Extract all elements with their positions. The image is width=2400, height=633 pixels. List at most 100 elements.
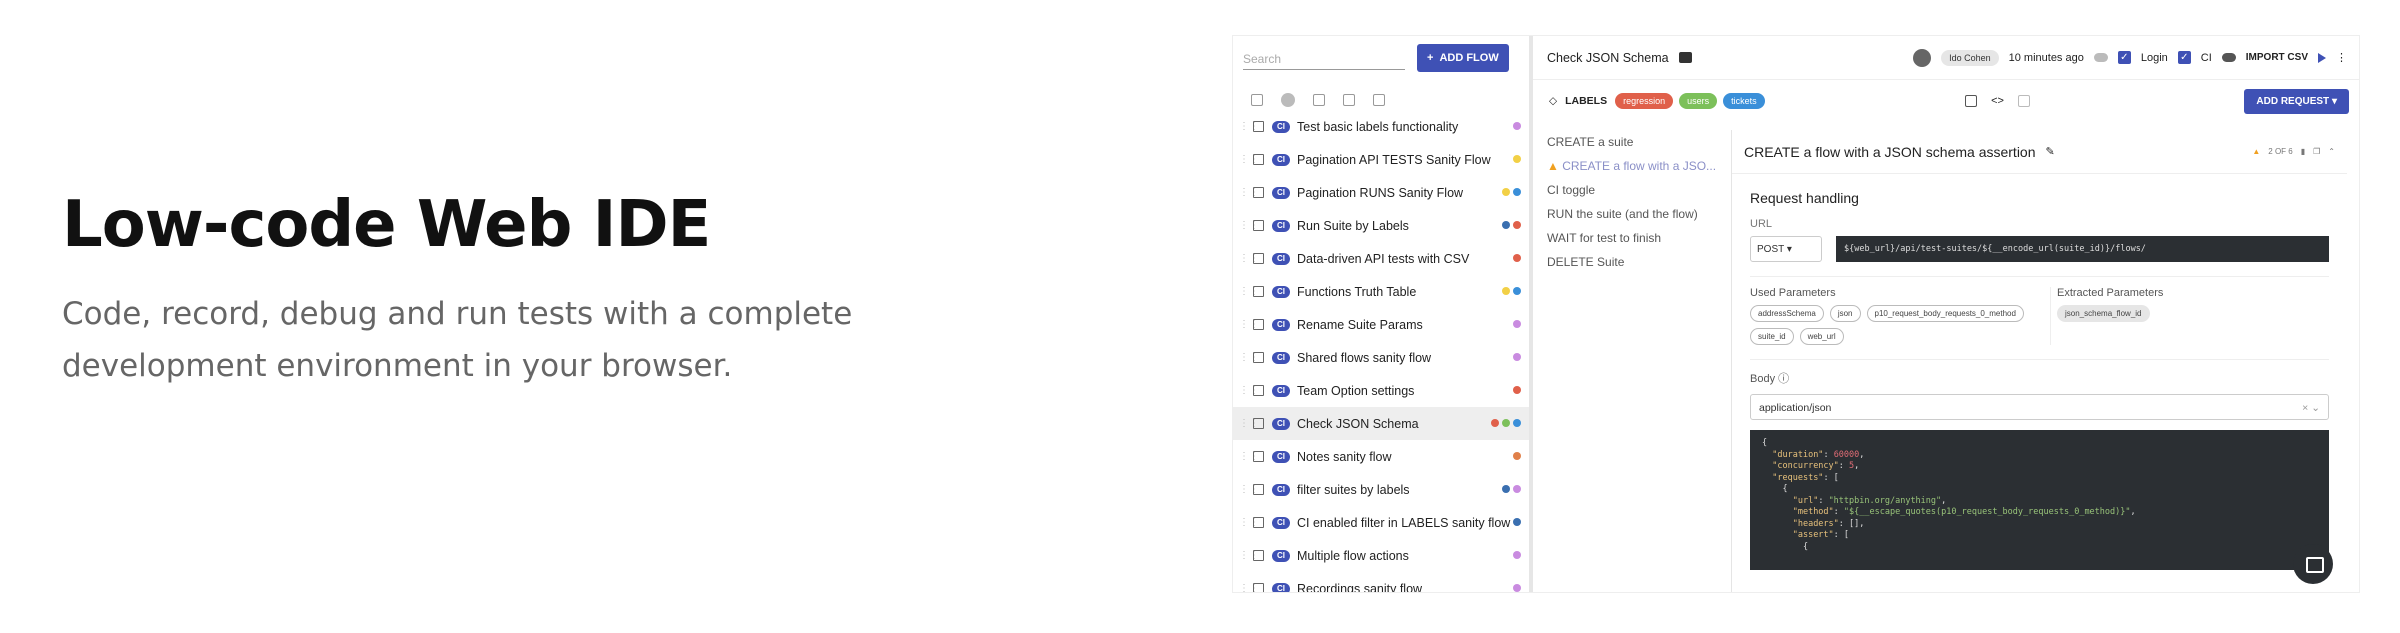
drag-handle-icon[interactable]: ⋮⋮ xyxy=(1239,451,1259,463)
drag-handle-icon[interactable]: ⋮⋮ xyxy=(1239,253,1259,265)
step-item[interactable]: DELETE Suite xyxy=(1547,250,1728,274)
url-input[interactable]: ${web_url}/api/test-suites/${__encode_ur… xyxy=(1836,236,2329,262)
code-icon[interactable]: <> xyxy=(1991,95,2004,107)
drag-handle-icon[interactable]: ⋮⋮ xyxy=(1239,418,1259,430)
drag-handle-icon[interactable]: ⋮⋮ xyxy=(1239,484,1259,496)
play-icon[interactable] xyxy=(2318,52,2326,63)
flow-row[interactable]: ⋮⋮ CI Check JSON Schema xyxy=(1233,407,1529,440)
ci-badge: CI xyxy=(1272,417,1290,430)
flow-row[interactable]: ⋮⋮ CI Functions Truth Table xyxy=(1233,275,1529,308)
flow-row[interactable]: ⋮⋮ CI Test basic labels functionality xyxy=(1233,110,1529,143)
flow-row[interactable]: ⋮⋮ CI filter suites by labels xyxy=(1233,473,1529,506)
drag-handle-icon[interactable]: ⋮⋮ xyxy=(1239,550,1259,562)
content-type-select[interactable]: application/json × ⌄ xyxy=(1750,394,2329,420)
flow-row[interactable]: ⋮⋮ CI Data-driven API tests with CSV xyxy=(1233,242,1529,275)
login-checkbox[interactable]: ✓ xyxy=(2117,51,2131,64)
flow-row[interactable]: ⋮⋮ CI Run Suite by Labels xyxy=(1233,209,1529,242)
row-checkbox[interactable] xyxy=(1253,418,1264,429)
row-checkbox[interactable] xyxy=(1253,451,1264,462)
drag-handle-icon[interactable]: ⋮⋮ xyxy=(1239,517,1259,529)
flow-row[interactable]: ⋮⋮ CI Team Option settings xyxy=(1233,374,1529,407)
drag-handle-icon[interactable]: ⋮⋮ xyxy=(1239,220,1259,232)
flow-row[interactable]: ⋮⋮ CI Multiple flow actions xyxy=(1233,539,1529,572)
flow-row[interactable]: ⋮⋮ CI Pagination API TESTS Sanity Flow xyxy=(1233,143,1529,176)
drag-handle-icon[interactable]: ⋮⋮ xyxy=(1239,352,1259,364)
flow-row[interactable]: ⋮⋮ CI Shared flows sanity flow xyxy=(1233,341,1529,374)
import-csv-button[interactable]: IMPORT CSV xyxy=(2246,52,2308,63)
drag-handle-icon[interactable]: ⋮⋮ xyxy=(1239,187,1259,199)
delete-icon[interactable]: ▮ xyxy=(2301,147,2305,156)
ci-filter-icon[interactable] xyxy=(1281,93,1295,107)
add-request-button[interactable]: ADD REQUEST ▾ xyxy=(2244,88,2349,114)
param-chip[interactable]: json_schema_flow_id xyxy=(2057,305,2150,322)
drag-handle-icon[interactable]: ⋮⋮ xyxy=(1239,583,1259,593)
param-chip[interactable]: suite_id xyxy=(1750,328,1794,345)
warning-icon: ▲ xyxy=(2252,147,2261,156)
row-checkbox[interactable] xyxy=(1253,187,1264,198)
flow-row[interactable]: ⋮⋮ CI Notes sanity flow xyxy=(1233,440,1529,473)
row-checkbox[interactable] xyxy=(1253,583,1264,592)
flow-row[interactable]: ⋮⋮ CI Rename Suite Params xyxy=(1233,308,1529,341)
flow-name: Data-driven API tests with CSV xyxy=(1297,251,1470,266)
row-checkbox[interactable] xyxy=(1253,385,1264,396)
search-input[interactable]: Search xyxy=(1243,46,1405,70)
delete-icon[interactable] xyxy=(1313,94,1325,106)
label-icon[interactable] xyxy=(1373,94,1385,106)
chat-button[interactable] xyxy=(2293,544,2333,584)
label-chip[interactable]: tickets xyxy=(1723,93,1765,109)
ci-checkbox[interactable]: ✓ xyxy=(2177,51,2191,64)
flow-name: Recordings sanity flow xyxy=(1297,581,1423,593)
extracted-params: json_schema_flow_id xyxy=(2057,305,2357,322)
step-item[interactable]: WAIT for test to finish xyxy=(1547,226,1728,250)
param-chip[interactable]: addressSchema xyxy=(1750,305,1824,322)
param-chip[interactable]: web_url xyxy=(1799,328,1844,345)
more-icon[interactable]: ⋮ xyxy=(2336,51,2347,64)
row-checkbox[interactable] xyxy=(1253,253,1264,264)
row-checkbox[interactable] xyxy=(1253,550,1264,561)
flow-list: ⋮⋮ CI Test basic labels functionality ⋮⋮… xyxy=(1233,110,1529,593)
flow-header: Check JSON Schema Ido Cohen 10 minutes a… xyxy=(1533,36,2359,80)
flow-row[interactable]: ⋮⋮ CI Pagination RUNS Sanity Flow xyxy=(1233,176,1529,209)
add-flow-button[interactable]: + ADD FLOW xyxy=(1417,44,1509,72)
row-checkbox[interactable] xyxy=(1253,154,1264,165)
drag-handle-icon[interactable]: ⋮⋮ xyxy=(1239,385,1259,397)
drag-handle-icon[interactable]: ⋮⋮ xyxy=(1239,319,1259,331)
drag-handle-icon[interactable]: ⋮⋮ xyxy=(1239,286,1259,298)
row-checkbox[interactable] xyxy=(1253,220,1264,231)
select-all-checkbox[interactable] xyxy=(1251,94,1263,106)
flow-row[interactable]: ⋮⋮ CI CI enabled filter in LABELS sanity… xyxy=(1233,506,1529,539)
flow-row[interactable]: ⋮⋮ CI Recordings sanity flow xyxy=(1233,572,1529,593)
delete-icon[interactable] xyxy=(2017,95,2030,107)
row-checkbox[interactable] xyxy=(1253,319,1264,330)
comment-icon[interactable] xyxy=(1678,52,1692,63)
step-item[interactable]: CREATE a suite xyxy=(1547,130,1728,154)
ci-badge: CI xyxy=(1272,318,1290,331)
param-chip[interactable]: p10_request_body_requests_0_method xyxy=(1866,305,2024,322)
upload-icon xyxy=(2221,53,2236,62)
step-item[interactable]: RUN the suite (and the flow) xyxy=(1547,202,1728,226)
method-select[interactable]: POST ▾ xyxy=(1750,236,1822,262)
copy-icon[interactable] xyxy=(1965,95,1978,107)
copy-icon[interactable] xyxy=(1343,94,1355,106)
step-item[interactable]: ▲ CREATE a flow with a JSO... xyxy=(1547,154,1728,178)
flow-name: filter suites by labels xyxy=(1297,482,1410,497)
body-code-editor[interactable]: { "duration": 60000, "concurrency": 5, "… xyxy=(1750,430,2329,570)
hero-subtitle: Code, record, debug and run tests with a… xyxy=(62,296,853,385)
row-checkbox[interactable] xyxy=(1253,352,1264,363)
row-checkbox[interactable] xyxy=(1253,286,1264,297)
edit-icon[interactable]: ✎ xyxy=(2046,145,2055,158)
hero: Low-code Web IDE Code, record, debug and… xyxy=(62,190,962,392)
label-dot xyxy=(1502,419,1510,427)
step-item[interactable]: CI toggle xyxy=(1547,178,1728,202)
drag-handle-icon[interactable]: ⋮⋮ xyxy=(1239,121,1259,133)
drag-handle-icon[interactable]: ⋮⋮ xyxy=(1239,154,1259,166)
request-tools: <> xyxy=(1965,95,2030,107)
copy-icon[interactable]: ❐ xyxy=(2313,147,2320,156)
param-chip[interactable]: json xyxy=(1829,305,1861,322)
row-checkbox[interactable] xyxy=(1253,121,1264,132)
row-checkbox[interactable] xyxy=(1253,517,1264,528)
row-checkbox[interactable] xyxy=(1253,484,1264,495)
collapse-icon[interactable]: ⌃ xyxy=(2328,147,2335,156)
label-chip[interactable]: users xyxy=(1679,93,1718,109)
label-chip[interactable]: regression xyxy=(1615,93,1674,109)
